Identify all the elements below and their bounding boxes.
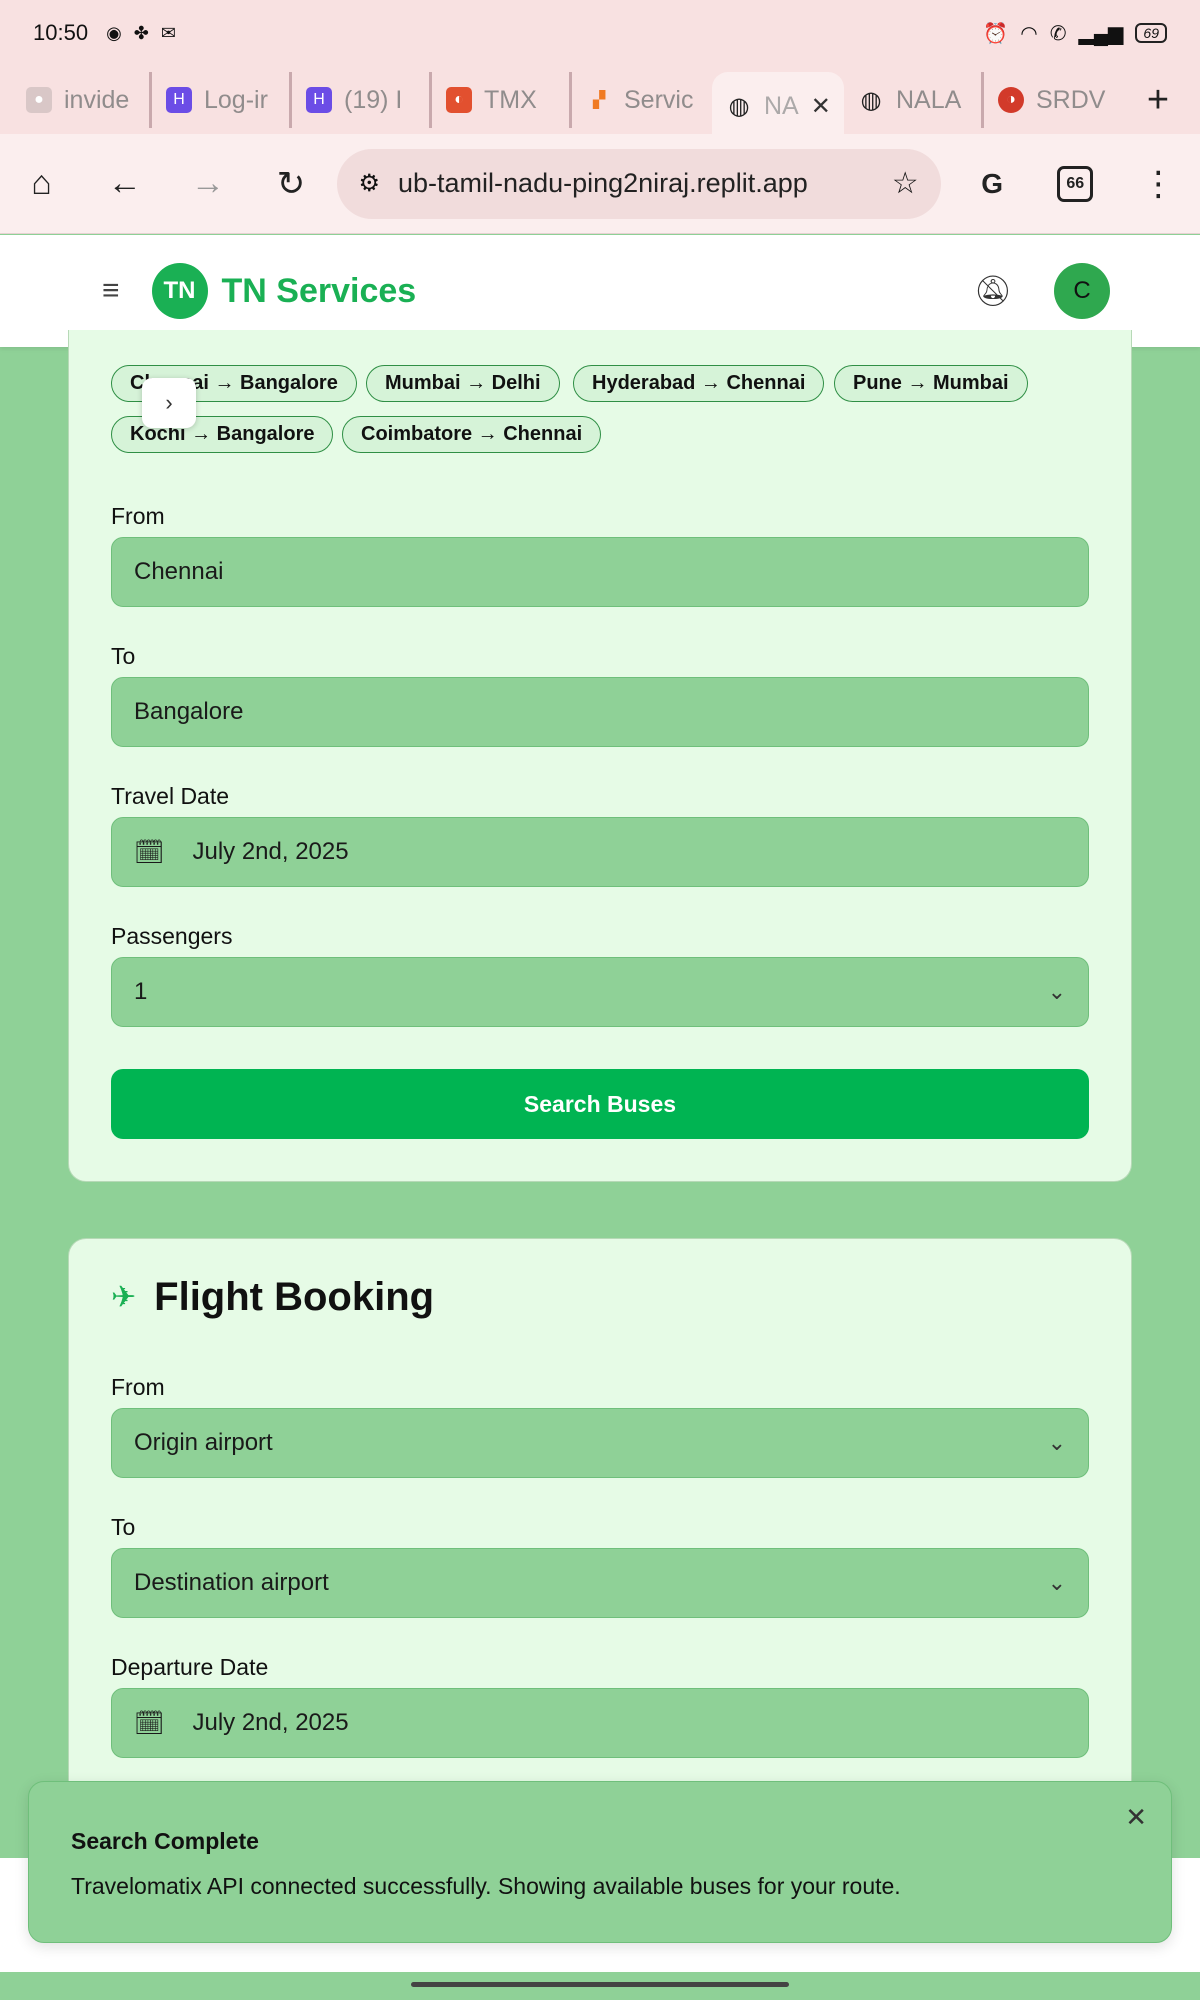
from-label: From [111, 503, 165, 529]
browser-tab-active[interactable]: ◍ NA ✕ [712, 72, 844, 140]
browser-tab[interactable]: ▞ Servic [572, 72, 712, 128]
new-tab-icon[interactable]: + [1138, 79, 1178, 122]
passengers-label: Passengers [111, 923, 233, 949]
gmail-icon: ✉ [160, 22, 176, 43]
h-logo-icon: H [166, 87, 192, 113]
alarm-icon: ⏰ [983, 22, 1009, 45]
h-logo-icon: H [306, 87, 332, 113]
battery-icon: 69 [1135, 23, 1167, 43]
srdv-icon: ◑ [998, 87, 1024, 113]
notifications-off-icon[interactable]: 🔕︎ [974, 274, 1012, 309]
flight-to-label: To [111, 1514, 136, 1540]
flight-from-label: From [111, 1374, 165, 1400]
toast-title: Search Complete [71, 1828, 259, 1854]
translate-icon[interactable]: G [951, 142, 1034, 226]
destination-airport-select[interactable]: Destination airport ⌄ [111, 1548, 1089, 1618]
chevron-right-icon[interactable]: › [142, 378, 196, 428]
ghost-icon: ● [26, 87, 52, 113]
chevron-down-icon: ⌄ [1047, 979, 1066, 1004]
address-bar[interactable]: ⚙ ub-tamil-nadu-ping2niraj.replit.app ☆ [336, 148, 941, 219]
status-bar: 10:50 ◉ ✤ ✉ ⏰ ◠ ✆ ▂▄▆ 69 [0, 0, 1200, 66]
departure-date-picker[interactable]: 🗓︎ July 2nd, 2025 [111, 1688, 1089, 1758]
app-logo[interactable]: TN [151, 263, 208, 319]
departure-date-value: July 2nd, 2025 [192, 1709, 349, 1736]
wifi-icon: ◠ [1020, 22, 1038, 45]
call-icon: ✆ [1049, 22, 1067, 45]
chrome-icon: ◉ [106, 22, 122, 43]
close-tab-icon[interactable]: ✕ [811, 92, 831, 121]
close-icon[interactable]: ✕ [1125, 1802, 1147, 1833]
reload-icon[interactable]: ↻ [249, 142, 332, 226]
from-value: Chennai [134, 558, 224, 585]
origin-placeholder: Origin airport [134, 1429, 273, 1456]
browser-tab[interactable]: ● invide [12, 72, 152, 128]
route-chip[interactable]: Coimbatore → Chennai [342, 416, 602, 453]
bus-to-input[interactable]: Bangalore [111, 677, 1089, 747]
departure-date-label: Departure Date [111, 1654, 269, 1680]
to-label: To [111, 643, 136, 669]
chevron-down-icon: ⌄ [1047, 1570, 1066, 1595]
tab-switcher-button[interactable]: 66 [1034, 142, 1117, 226]
user-avatar[interactable]: C [1054, 263, 1110, 319]
menu-icon[interactable]: ≡ [102, 274, 120, 308]
passengers-value: 1 [134, 978, 148, 1005]
flight-booking-title: Flight Booking [154, 1275, 435, 1319]
site-settings-icon[interactable]: ⚙ [359, 169, 381, 198]
route-chip[interactable]: Pune → Mumbai [834, 365, 1028, 402]
url-text[interactable]: ub-tamil-nadu-ping2niraj.replit.app [398, 168, 892, 199]
app-name[interactable]: TN Services [222, 272, 417, 311]
globe-icon: ◍ [728, 92, 750, 120]
browser-tab[interactable]: H Log-ir [152, 72, 292, 128]
route-chip[interactable]: Mumbai → Delhi [366, 365, 560, 402]
bookmark-star-icon[interactable]: ☆ [892, 166, 919, 201]
puzzle-icon: ▞ [592, 92, 606, 109]
search-complete-toast: Search Complete Travelomatix API connect… [28, 1781, 1172, 1943]
back-icon[interactable]: ← [83, 142, 166, 226]
tmx-icon: ◐ [446, 87, 472, 113]
status-time: 10:50 [33, 20, 89, 45]
flight-booking-heading: ✈ Flight Booking [111, 1275, 434, 1320]
travel-date-value: July 2nd, 2025 [192, 838, 349, 865]
plane-icon: ✈ [111, 1281, 137, 1314]
toast-message: Travelomatix API connected successfully.… [71, 1873, 901, 1899]
notification-icons: ◉ ✤ ✉ [106, 23, 176, 44]
signal-icon: ▂▄▆ [1078, 22, 1124, 45]
forward-icon[interactable]: → [166, 142, 249, 226]
origin-airport-select[interactable]: Origin airport ⌄ [111, 1408, 1089, 1478]
route-chip[interactable]: Hyderabad → Chennai [573, 365, 825, 402]
pinwheel-icon: ✤ [133, 22, 149, 43]
globe-icon: ◍ [860, 86, 882, 114]
browser-tab[interactable]: H (19) I [292, 72, 432, 128]
browser-tab[interactable]: ◑ SRDV [984, 72, 1124, 128]
to-value: Bangalore [134, 698, 244, 725]
browser-tab[interactable]: ◐ TMX [432, 72, 572, 128]
more-menu-icon[interactable]: ⋮ [1117, 142, 1200, 226]
tab-strip: ● invide H Log-ir H (19) I ◐ TMX ▞ Servi… [0, 66, 1200, 140]
destination-placeholder: Destination airport [134, 1569, 329, 1596]
browser-tab[interactable]: ◍ NALA [844, 72, 984, 128]
bus-booking-card [68, 330, 1132, 1182]
passengers-select[interactable]: 1 ⌄ [111, 957, 1089, 1027]
browser-toolbar: ⌂ ← → ↻ ⚙ ub-tamil-nadu-ping2niraj.repli… [0, 134, 1200, 234]
search-buses-button[interactable]: Search Buses [111, 1069, 1089, 1139]
calendar-icon: 🗓︎ [134, 838, 165, 866]
travel-date-picker[interactable]: 🗓︎ July 2nd, 2025 [111, 817, 1089, 887]
calendar-icon: 🗓︎ [134, 1709, 165, 1737]
tab-count: 66 [1057, 165, 1094, 202]
gesture-nav-bar[interactable] [411, 1982, 789, 1987]
chevron-down-icon: ⌄ [1047, 1430, 1066, 1455]
travel-date-label: Travel Date [111, 783, 230, 809]
bus-from-input[interactable]: Chennai [111, 537, 1089, 607]
system-icons: ⏰ ◠ ✆ ▂▄▆ 69 [983, 21, 1167, 46]
home-icon[interactable]: ⌂ [0, 142, 83, 226]
